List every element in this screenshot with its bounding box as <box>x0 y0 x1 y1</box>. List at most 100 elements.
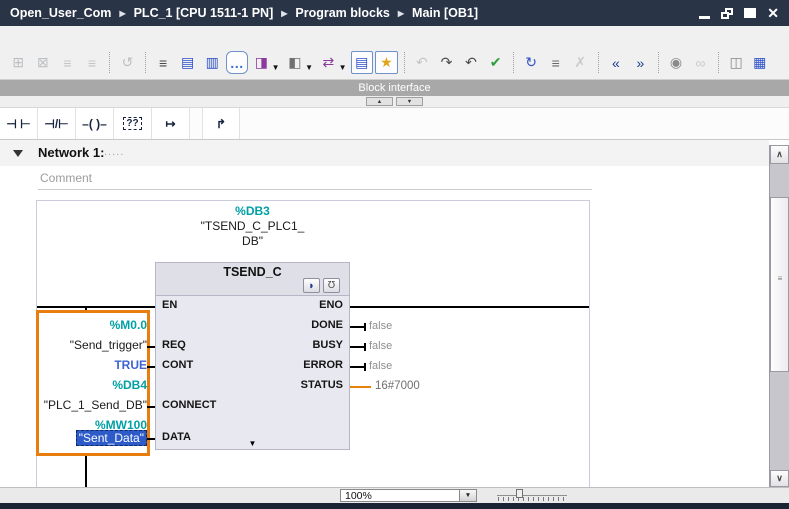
pin-req: REQ <box>162 339 186 351</box>
data-snapshot-icon[interactable]: ◫ <box>725 51 748 74</box>
zoom-slider-thumb[interactable] <box>516 489 523 498</box>
vertical-scrollbar[interactable]: ∧ ≡ ∨ <box>769 145 789 487</box>
scrollbar-thumb[interactable]: ≡ <box>770 197 789 372</box>
req-operand-name[interactable]: "Send_trigger" <box>30 338 147 352</box>
restore-icon[interactable] <box>721 7 734 19</box>
instance-db-name-line1[interactable]: "TSEND_C_PLC1_ <box>155 219 350 233</box>
update-block-calls-icon[interactable]: ↻ <box>520 51 543 74</box>
tia-portal-lad-editor: Open_User_Com ▶ PLC_1 [CPU 1511-1 PN] ▶ Prog… <box>0 0 789 509</box>
favorites-icon[interactable]: ★ <box>375 51 398 74</box>
empty-box-icon: ?? <box>123 117 142 130</box>
insert-move-operation-dropdown-icon[interactable]: ▼ <box>339 63 347 72</box>
block-interface-bar[interactable]: Block interface <box>0 80 789 96</box>
toggle-comments-icon[interactable]: … <box>225 51 249 74</box>
block-interface-toggle-icon[interactable]: ▤ <box>350 51 374 74</box>
go-to-next-icon[interactable]: » <box>629 51 652 74</box>
network-comment-placeholder[interactable]: Comment <box>40 171 92 185</box>
zoom-dropdown-button[interactable]: ▼ <box>459 489 477 502</box>
compile-icon[interactable]: ✔ <box>484 51 507 74</box>
connect-operand-name[interactable]: "PLC_1_Send_DB" <box>30 398 147 412</box>
network-collapse-icon[interactable] <box>13 150 23 157</box>
data-operand-row: "Sent_Data" <box>30 430 147 446</box>
split-editor-icon[interactable]: ▦ <box>748 51 771 74</box>
toolbar-separator <box>109 52 111 73</box>
normally-closed-contact-button[interactable]: ⊣/⊢ <box>38 108 76 139</box>
window-bottom-edge <box>0 503 789 509</box>
data-operand-name-selected[interactable]: "Sent_Data" <box>75 430 147 446</box>
interface-collapse-button[interactable]: ▼ <box>396 97 423 106</box>
insert-segment-icon[interactable]: ◧ <box>284 51 307 74</box>
diagnostics-button[interactable]: Ʊ <box>323 278 340 293</box>
coil-button[interactable]: –( )– <box>76 108 114 139</box>
pin-done: DONE <box>311 319 343 331</box>
network-header-row: Network 1: ..... <box>0 140 769 166</box>
monitoring-selection-icon[interactable]: ◉ <box>665 51 688 74</box>
undo-to-save-icon[interactable]: ↶ <box>460 51 483 74</box>
go-to-previous-icon[interactable]: « <box>605 51 628 74</box>
lad-elements-toolbar: ⊣ ⊢ ⊣/⊢ –( )–?? ↦ ↱ <box>0 108 789 140</box>
network-view-icon[interactable]: ▤ <box>176 51 199 74</box>
error-wire-tick <box>364 363 366 371</box>
req-wire <box>147 346 155 348</box>
breadcrumb-item[interactable]: Open_User_Com <box>10 6 111 20</box>
scroll-down-button[interactable]: ∨ <box>770 470 789 487</box>
cont-operand-value[interactable]: TRUE <box>30 358 147 372</box>
network-view-alt-icon[interactable]: ▥ <box>201 51 224 74</box>
close-branch-button[interactable]: ↱ <box>202 108 240 139</box>
pin-en: EN <box>162 299 178 311</box>
expand-statements-icon[interactable]: ≡ <box>544 51 567 74</box>
insert-move-operation-icon[interactable]: ⇄ <box>317 51 340 74</box>
empty-box-button[interactable]: ?? <box>114 108 152 139</box>
pin-status: STATUS <box>300 379 343 391</box>
busy-monitor-value: false <box>369 340 393 352</box>
insert-segment-dropdown-icon[interactable]: ▼ <box>305 63 313 72</box>
breadcrumb-item[interactable]: PLC_1 [CPU 1511-1 PN] <box>134 6 274 20</box>
scroll-up-button[interactable]: ∧ <box>770 145 789 164</box>
redo-to-save-icon[interactable]: ↷ <box>435 51 458 74</box>
instance-selection-button[interactable]: ◗ <box>303 278 320 293</box>
delete-network-icon[interactable]: ⊠ <box>32 51 55 74</box>
status-monitor-value: 16#7000 <box>375 380 420 392</box>
close-branch-icon: ↱ <box>215 116 227 131</box>
interface-expand-button[interactable]: ▲ <box>366 97 393 106</box>
instance-db-address[interactable]: %DB3 <box>155 204 350 218</box>
insert-row-icon[interactable]: ≡ <box>56 51 79 74</box>
connect-operand-address[interactable]: %DB4 <box>30 378 147 392</box>
block-expand-icon[interactable]: ▼ <box>156 439 349 448</box>
insert-network-icon[interactable]: ⊞ <box>7 51 30 74</box>
editor-toolbar: ⊞ ⊠ ≡ ≡ ↺ ≡ ▤ ▥… ◨ ▼ ◧ ▼ ⇄ ▼ ▤ ★ ↶ ↷ ↶ ✔ ↻ ≡ ✗ «» ◉ ∞ ◫ ▦ <box>0 26 789 80</box>
instance-db-name-line2[interactable]: DB" <box>155 234 350 248</box>
normally-open-contact-button[interactable]: ⊣ ⊢ <box>0 108 38 139</box>
insert-empty-row-icon[interactable]: ≡ <box>81 51 104 74</box>
reset-start-values-icon[interactable]: ↺ <box>116 51 139 74</box>
zoom-level-select[interactable]: 100% <box>340 489 460 502</box>
toolbar-separator <box>403 52 405 73</box>
busy-wire <box>350 346 365 348</box>
collapse-statements-icon[interactable]: ✗ <box>569 51 592 74</box>
monitor-glasses-icon[interactable]: ∞ <box>689 51 712 74</box>
toolbar-separator <box>717 52 719 73</box>
done-wire <box>350 326 365 328</box>
done-wire-tick <box>364 323 366 331</box>
function-block-header[interactable]: TSEND_C ◗ Ʊ <box>155 262 350 296</box>
function-block-body[interactable]: EN ENO DONE REQ BUSY CONT ERROR STATUS C… <box>155 296 350 450</box>
maximize-icon[interactable] <box>744 8 757 18</box>
function-block-title: TSEND_C <box>223 265 282 279</box>
minimize-icon[interactable] <box>699 15 711 19</box>
toolbar-separator <box>657 52 659 73</box>
open-branch-button[interactable]: ↦ <box>152 108 190 139</box>
interface-collapse-row: ▲ ▼ <box>0 96 789 108</box>
breadcrumb-item[interactable]: Program blocks <box>295 6 389 20</box>
req-operand-address[interactable]: %M0.0 <box>30 318 147 332</box>
absolute-operands-icon[interactable]: ≡ <box>152 51 175 74</box>
insert-block-call-dropdown-icon[interactable]: ▼ <box>272 63 280 72</box>
scrollbar-grip-icon: ≡ <box>777 274 783 283</box>
network-title-placeholder[interactable]: ..... <box>104 146 124 158</box>
insert-block-call-icon[interactable]: ◨ <box>250 51 273 74</box>
program-editor-canvas: Network 1: ..... Comment %DB3 "TSEND_C_P… <box>0 140 769 487</box>
zoom-slider-track[interactable] <box>497 495 567 496</box>
undo-icon[interactable]: ↶ <box>411 51 434 74</box>
network-title[interactable]: Network 1: <box>38 145 104 160</box>
breadcrumb-item[interactable]: Main [OB1] <box>412 6 478 20</box>
close-icon[interactable]: ✕ <box>767 6 779 20</box>
